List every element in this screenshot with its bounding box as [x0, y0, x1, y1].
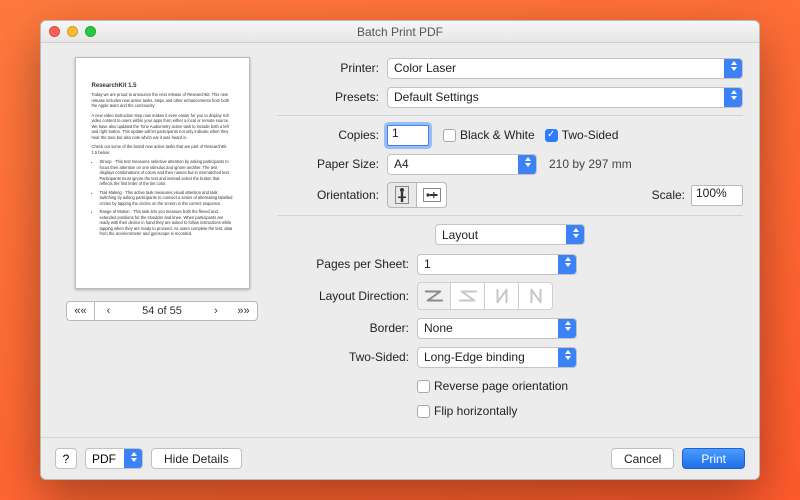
paper-dimensions: 210 by 297 mm: [549, 157, 632, 171]
two-sided-mode-label: Two-Sided:: [277, 350, 417, 364]
layout-dir-2-button[interactable]: [451, 282, 485, 310]
print-dialog: Batch Print PDF ResearchKit 1.5 Today we…: [40, 20, 760, 480]
section-select[interactable]: Layout: [435, 224, 585, 245]
layout-dir-1-button[interactable]: [417, 282, 451, 310]
orientation-portrait-button[interactable]: [387, 182, 417, 208]
page-indicator: 54 of 55: [122, 301, 202, 321]
pages-per-sheet-select[interactable]: 1: [417, 254, 577, 275]
page-navigator: «« ‹ 54 of 55 › »»: [66, 301, 258, 321]
two-sided-label: Two-Sided: [562, 128, 619, 142]
titlebar: Batch Print PDF: [41, 21, 759, 43]
black-white-label: Black & White: [460, 128, 535, 142]
window-title: Batch Print PDF: [41, 25, 759, 39]
scale-label: Scale:: [652, 188, 685, 202]
window-controls: [49, 26, 96, 37]
two-sided-mode-select[interactable]: Long-Edge binding: [417, 347, 577, 368]
print-button[interactable]: Print: [682, 448, 745, 469]
minimize-icon[interactable]: [67, 26, 78, 37]
reverse-orientation-checkbox[interactable]: [417, 380, 430, 393]
pages-per-sheet-label: Pages per Sheet:: [277, 257, 417, 271]
presets-label: Presets:: [277, 90, 387, 104]
copies-input[interactable]: 1: [387, 125, 429, 146]
border-label: Border:: [277, 321, 417, 335]
layout-dir-4-button[interactable]: [519, 282, 553, 310]
border-select[interactable]: None: [417, 318, 577, 339]
orientation-landscape-button[interactable]: [417, 182, 447, 208]
hide-details-button[interactable]: Hide Details: [151, 448, 242, 469]
print-options: Printer: Color Laser Presets: Default Se…: [277, 57, 743, 431]
zoom-icon[interactable]: [85, 26, 96, 37]
paper-size-select[interactable]: A4: [387, 154, 537, 175]
printer-label: Printer:: [277, 61, 387, 75]
cancel-button[interactable]: Cancel: [611, 448, 674, 469]
doc-title: ResearchKit 1.5: [92, 82, 233, 90]
last-page-button[interactable]: »»: [230, 301, 258, 321]
black-white-checkbox[interactable]: [443, 129, 456, 142]
first-page-button[interactable]: ««: [66, 301, 94, 321]
layout-dir-3-button[interactable]: [485, 282, 519, 310]
flip-horizontally-label: Flip horizontally: [434, 404, 517, 418]
layout-direction-label: Layout Direction:: [277, 289, 417, 303]
copies-label: Copies:: [277, 128, 387, 142]
scale-input[interactable]: 100%: [691, 185, 743, 206]
dialog-footer: ? PDF Hide Details Cancel Print: [41, 437, 759, 479]
close-icon[interactable]: [49, 26, 60, 37]
pdf-menu-button[interactable]: PDF: [85, 448, 143, 469]
printer-select[interactable]: Color Laser: [387, 58, 743, 79]
two-sided-checkbox[interactable]: [545, 129, 558, 142]
prev-page-button[interactable]: ‹: [94, 301, 122, 321]
presets-select[interactable]: Default Settings: [387, 87, 743, 108]
divider: [277, 115, 743, 116]
reverse-orientation-label: Reverse page orientation: [434, 379, 568, 393]
flip-horizontally-checkbox[interactable]: [417, 405, 430, 418]
orientation-label: Orientation:: [277, 188, 387, 202]
paper-size-label: Paper Size:: [277, 157, 387, 171]
help-button[interactable]: ?: [55, 448, 77, 469]
next-page-button[interactable]: ›: [202, 301, 230, 321]
page-thumbnail: ResearchKit 1.5 Today we are proud to an…: [75, 57, 250, 289]
preview-pane: ResearchKit 1.5 Today we are proud to an…: [57, 57, 267, 431]
divider: [277, 215, 743, 216]
